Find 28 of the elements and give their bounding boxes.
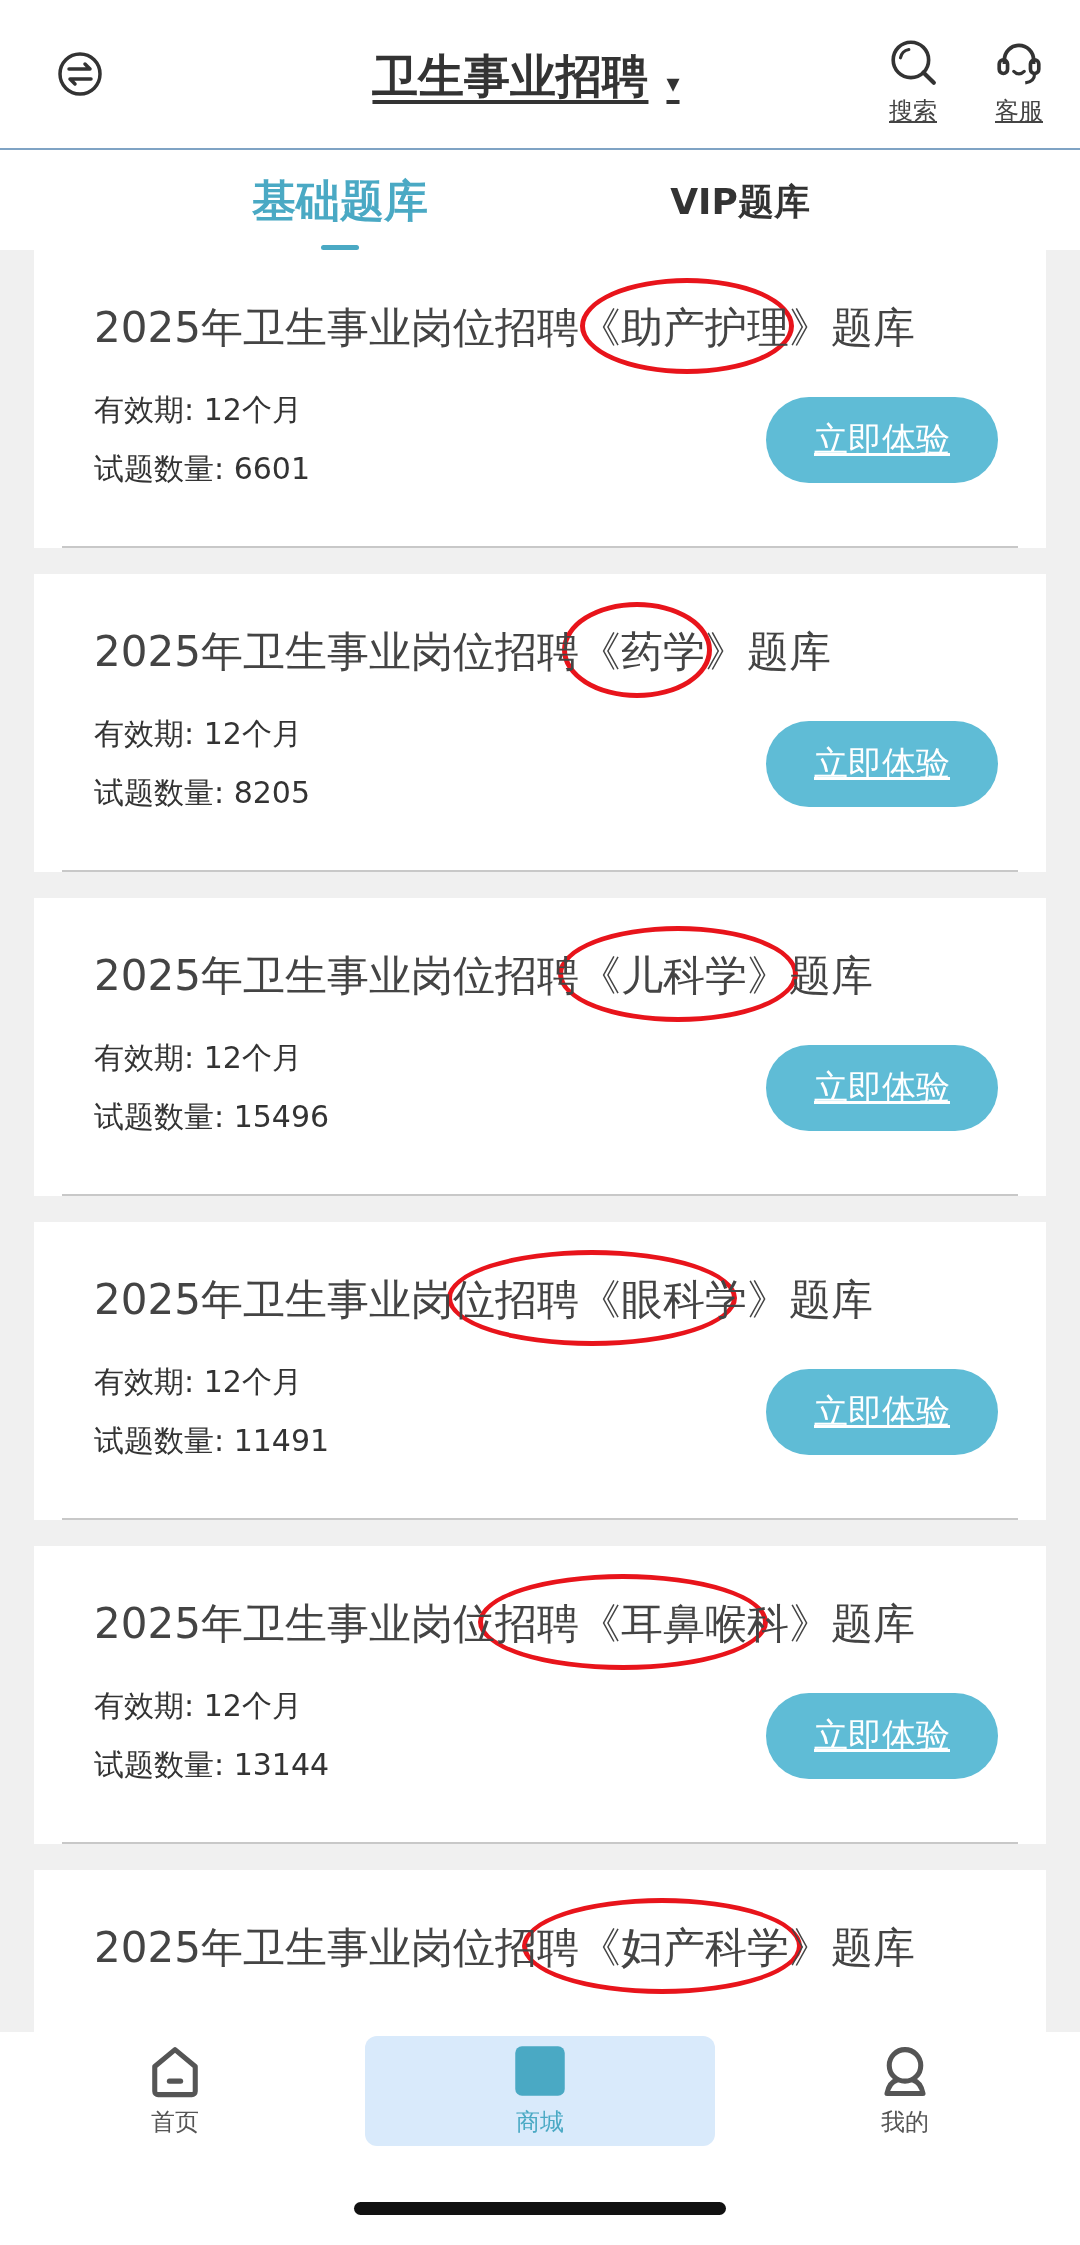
try-button[interactable]: 立即体验: [766, 721, 998, 807]
nav-item[interactable]: 商城: [365, 2036, 715, 2146]
service-link[interactable]: 客服: [995, 95, 1043, 127]
square-icon: [513, 2044, 567, 2098]
question-count: 试题数量: 8205: [94, 774, 310, 812]
validity-text: 有效期: 12个月: [94, 715, 303, 753]
tab-indicator: [321, 245, 359, 250]
try-button[interactable]: 立即体验: [766, 1045, 998, 1131]
title-dropdown[interactable]: 卫生事业招聘 ▾: [224, 40, 828, 108]
tab[interactable]: 基础题库: [252, 172, 428, 231]
swap-icon[interactable]: [56, 50, 104, 98]
card-title: 2025年卫生事业岗位招聘《助产护理》题库: [94, 302, 916, 354]
validity-text: 有效期: 12个月: [94, 391, 303, 429]
validity-text: 有效期: 12个月: [94, 1039, 303, 1077]
question-count: 试题数量: 6601: [94, 450, 310, 488]
question-count: 试题数量: 11491: [94, 1422, 330, 1460]
nav-item[interactable]: 我的: [730, 2036, 1080, 2146]
try-button[interactable]: 立即体验: [766, 1693, 998, 1779]
nav-item[interactable]: 首页: [0, 2036, 350, 2146]
question-count: 试题数量: 13144: [94, 1746, 330, 1784]
question-count: 试题数量: 15496: [94, 1098, 330, 1136]
validity-text: 有效期: 12个月: [94, 1363, 303, 1401]
search-icon[interactable]: [888, 37, 938, 87]
validity-text: 有效期: 12个月: [94, 1687, 303, 1725]
try-button[interactable]: 立即体验: [766, 397, 998, 483]
search-link[interactable]: 搜索: [889, 95, 937, 127]
try-button[interactable]: 立即体验: [766, 1369, 998, 1455]
tab[interactable]: VIP题库: [670, 172, 810, 227]
